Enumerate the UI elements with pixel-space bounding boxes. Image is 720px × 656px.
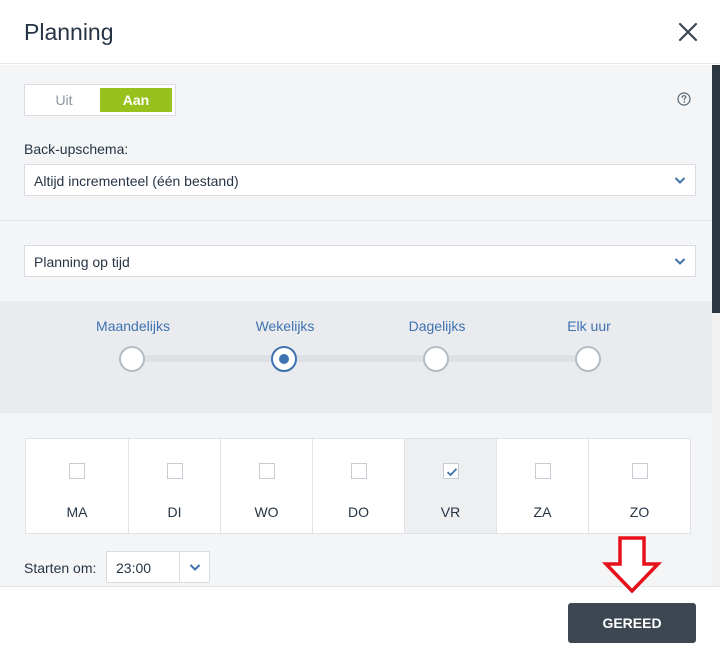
- done-button[interactable]: GEREED: [568, 603, 696, 643]
- day-cell-di[interactable]: DI: [129, 439, 221, 533]
- dialog-title: Planning: [24, 19, 114, 45]
- chevron-down-icon[interactable]: [189, 563, 201, 572]
- day-label: DO: [348, 504, 369, 520]
- day-cell-wo[interactable]: WO: [221, 439, 313, 533]
- dialog-footer: GEREED: [0, 586, 720, 656]
- schema-label: Back-upschema:: [24, 141, 129, 157]
- freq-label-daily[interactable]: Dagelijks: [367, 318, 507, 334]
- down-arrow-annotation-icon: [602, 536, 662, 594]
- time-picker-divider: [179, 552, 180, 582]
- start-time-label: Starten om:: [24, 560, 97, 576]
- day-cell-ma[interactable]: MA: [26, 439, 129, 533]
- day-checkbox-checked[interactable]: [442, 463, 459, 479]
- section-divider: [0, 220, 712, 221]
- weekday-picker: MA DI WO DO VR ZA ZO: [25, 438, 691, 534]
- day-label: ZO: [629, 504, 650, 520]
- planning-type-value: Planning op tijd: [34, 254, 130, 270]
- planning-type-select[interactable]: Planning op tijd: [24, 245, 696, 277]
- day-cell-za[interactable]: ZA: [497, 439, 589, 533]
- freq-label-weekly[interactable]: Wekelijks: [215, 318, 355, 334]
- schema-select-value: Altijd incrementeel (één bestand): [34, 173, 239, 189]
- frequency-track: [131, 355, 587, 362]
- toggle-on-option[interactable]: Aan: [100, 88, 172, 112]
- day-label: ZA: [533, 504, 552, 520]
- toggle-off-option[interactable]: Uit: [28, 88, 100, 112]
- close-button[interactable]: [674, 18, 702, 46]
- freq-label-monthly[interactable]: Maandelijks: [63, 318, 203, 334]
- dialog-header: Planning: [0, 0, 720, 64]
- day-cell-vr[interactable]: VR: [405, 439, 497, 533]
- dialog-body: Uit Aan Back-upschema: Altijd incremente…: [0, 65, 712, 586]
- day-cell-zo[interactable]: ZO: [589, 439, 690, 533]
- day-label: WO: [254, 504, 279, 520]
- start-time-value: 23:00: [116, 560, 152, 576]
- chevron-down-icon: [674, 177, 686, 184]
- day-checkbox[interactable]: [631, 463, 648, 479]
- freq-radio-hourly[interactable]: [575, 346, 601, 372]
- day-checkbox[interactable]: [166, 463, 183, 479]
- freq-radio-daily[interactable]: [423, 346, 449, 372]
- scrollbar-thumb[interactable]: [712, 65, 720, 313]
- check-icon: [446, 468, 457, 477]
- day-label: MA: [66, 504, 88, 520]
- enable-toggle[interactable]: Uit Aan: [24, 84, 176, 116]
- start-time-picker[interactable]: 23:00: [106, 551, 210, 583]
- close-icon: [678, 22, 698, 42]
- day-cell-do[interactable]: DO: [313, 439, 405, 533]
- day-checkbox[interactable]: [69, 463, 85, 479]
- freq-radio-monthly[interactable]: [119, 346, 145, 372]
- day-checkbox[interactable]: [258, 463, 275, 479]
- day-checkbox[interactable]: [350, 463, 367, 479]
- day-checkbox[interactable]: [534, 463, 551, 479]
- chevron-down-icon: [674, 258, 686, 265]
- freq-label-hourly[interactable]: Elk uur: [519, 318, 659, 334]
- schema-select[interactable]: Altijd incrementeel (één bestand): [24, 164, 696, 196]
- freq-radio-weekly[interactable]: [271, 346, 297, 372]
- day-label: VR: [440, 504, 461, 520]
- day-label: DI: [167, 504, 182, 520]
- help-icon[interactable]: [677, 92, 691, 106]
- body-scrollbar[interactable]: [712, 65, 720, 586]
